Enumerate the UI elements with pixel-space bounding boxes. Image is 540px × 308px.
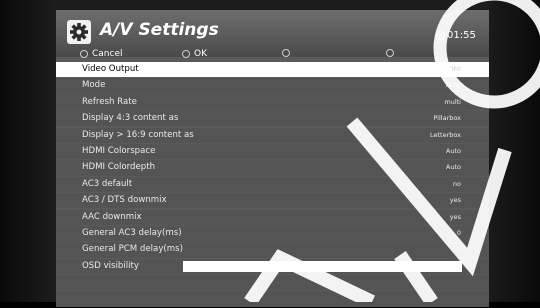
watermark-stroke [346, 117, 512, 277]
watermark-overlay [244, 0, 540, 302]
watermark-stroke [244, 249, 376, 302]
tv-screen: A/V Settings 01:55 Cancel OK Video Outpu… [0, 0, 540, 307]
watermark-ring [433, 0, 540, 109]
watermark-stroke [394, 251, 438, 302]
